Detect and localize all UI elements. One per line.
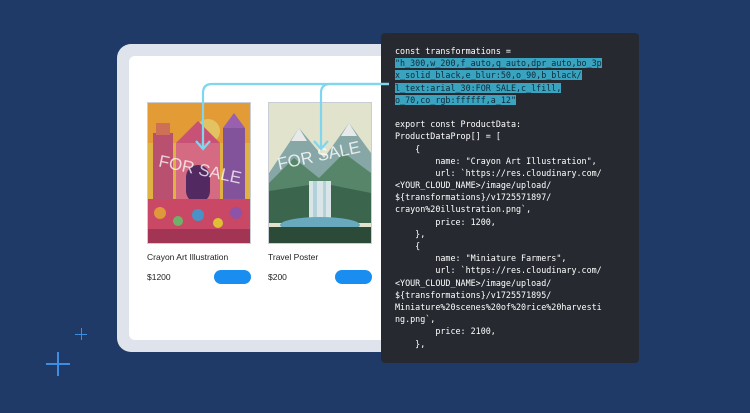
connector-arrows (195, 82, 389, 151)
arrow-to-crayon-icon (201, 82, 389, 148)
arrow-to-travel-icon (319, 82, 389, 148)
